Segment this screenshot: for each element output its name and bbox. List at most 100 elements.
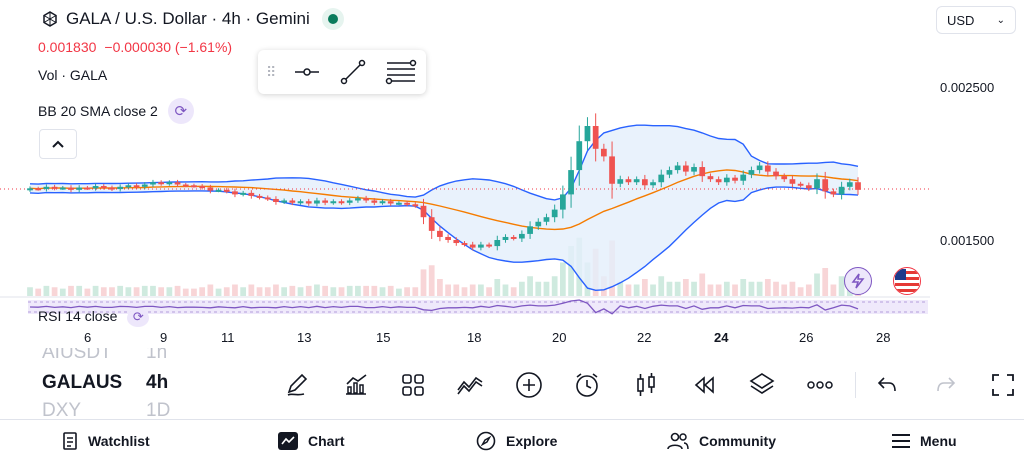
candle-body xyxy=(699,167,706,177)
volume-bar xyxy=(412,287,419,296)
volume-bar xyxy=(674,281,681,296)
undo-icon[interactable] xyxy=(872,370,902,400)
candle-body xyxy=(355,198,361,201)
volume-bar xyxy=(822,268,829,296)
symbol-row[interactable]: AIUSDT 1h xyxy=(42,348,182,364)
more-icon[interactable] xyxy=(805,370,835,400)
watchlist-icon xyxy=(63,432,77,450)
alert-icon[interactable] xyxy=(572,370,602,400)
volume-bar xyxy=(256,287,263,296)
nav-watchlist[interactable]: Watchlist xyxy=(62,420,150,462)
candle-body xyxy=(338,201,345,204)
volume-bar xyxy=(191,288,197,296)
currency-value: USD xyxy=(947,12,975,28)
candle-body xyxy=(641,179,648,186)
volume-bar xyxy=(428,265,435,296)
volume-bar xyxy=(641,279,648,296)
add-icon[interactable] xyxy=(514,370,544,400)
time-label: 26 xyxy=(799,330,814,345)
volume-bar xyxy=(150,285,156,296)
pencil-icon[interactable] xyxy=(282,370,312,400)
symbol-legend[interactable]: GALA / U.S. Dollar · 4h · Gemini xyxy=(40,8,344,30)
collapse-legend-button[interactable] xyxy=(39,129,77,159)
nav-explore[interactable]: Explore xyxy=(476,420,557,462)
candle-body xyxy=(297,201,304,204)
volume-bar xyxy=(814,273,820,296)
candle-body xyxy=(560,194,566,210)
symbol-switcher[interactable]: AIUSDT 1h GALAUSD 4h DXY 1D xyxy=(42,348,182,418)
candle-body xyxy=(461,243,468,246)
chart-area[interactable]: GALA / U.S. Dollar · 4h · Gemini 0.00183… xyxy=(0,0,1024,345)
candle-body xyxy=(650,182,656,186)
volume-bar xyxy=(330,287,337,296)
candle-body xyxy=(371,200,378,203)
rsi-legend[interactable]: RSI 14 close ⟳ xyxy=(38,308,150,327)
symbol-title[interactable]: GALA / U.S. Dollar · 4h · Gemini xyxy=(66,9,310,29)
volume-bar xyxy=(478,284,484,296)
time-label: 28 xyxy=(876,330,891,345)
nav-menu[interactable]: Menu xyxy=(892,420,957,462)
candle-body xyxy=(822,179,829,192)
candle-body xyxy=(51,186,58,189)
chevron-down-icon: ⌄ xyxy=(996,14,1005,26)
drag-handle-icon[interactable]: ⠿ xyxy=(266,64,276,81)
drawing-toolbar[interactable]: ⠿ xyxy=(258,50,426,94)
candle-body xyxy=(35,188,42,191)
price-tick-low: 0.001500 xyxy=(940,233,995,248)
volume-tag: 51.24 K xyxy=(939,278,984,294)
candle-body xyxy=(322,200,328,203)
volume-bar xyxy=(84,288,91,296)
symbol-row[interactable]: DXY 1D xyxy=(42,400,182,418)
candle-body xyxy=(510,236,517,239)
volume-bar xyxy=(305,285,312,296)
redo-icon[interactable] xyxy=(931,370,961,400)
candle-body xyxy=(773,171,779,177)
volume-bar xyxy=(43,285,50,296)
candles-icon[interactable] xyxy=(631,370,661,400)
volume-bar xyxy=(174,285,181,296)
lightning-icon[interactable] xyxy=(844,267,872,295)
volume-bar xyxy=(445,284,451,296)
fullscreen-icon[interactable] xyxy=(988,370,1018,400)
us-flag-icon[interactable] xyxy=(893,267,921,295)
rsi-refresh-icon[interactable]: ⟳ xyxy=(127,309,150,327)
volume-bar xyxy=(781,284,788,296)
nav-community[interactable]: Community xyxy=(667,420,776,462)
candle-body xyxy=(305,201,312,204)
volume-bar xyxy=(387,285,394,296)
bb-legend[interactable]: BB 20 SMA close 2 ⟳ xyxy=(38,98,194,124)
candle-body xyxy=(732,177,738,181)
chart-icon xyxy=(278,432,298,450)
symbol-row-active[interactable]: GALAUSD 4h xyxy=(42,372,182,394)
candle-body xyxy=(133,185,140,188)
fib-tool-icon[interactable] xyxy=(385,58,417,86)
price-change: −0.000030 (−1.61%) xyxy=(104,39,233,55)
layout-grid-icon[interactable] xyxy=(398,370,428,400)
candle-body xyxy=(592,126,599,149)
price-tick-high: 0.002500 xyxy=(940,80,995,95)
toolbar-divider xyxy=(855,372,856,398)
candle-body xyxy=(437,230,443,237)
compare-icon[interactable] xyxy=(455,370,485,400)
currency-select[interactable]: USD ⌄ xyxy=(936,6,1016,34)
volume-bar xyxy=(486,287,492,296)
volume-bar xyxy=(764,279,771,296)
candle-body xyxy=(76,187,83,190)
volume-bar xyxy=(707,284,714,296)
refresh-icon[interactable]: ⟳ xyxy=(167,98,194,124)
indicators-icon[interactable] xyxy=(341,370,371,400)
volume-bar xyxy=(510,287,517,296)
rsi-legend-text: RSI 14 close xyxy=(38,308,118,324)
volume-bar xyxy=(625,284,632,296)
time-label: 20 xyxy=(552,330,567,345)
candle-body xyxy=(478,244,484,248)
trend-line-tool-icon[interactable] xyxy=(339,58,367,86)
market-status-icon[interactable] xyxy=(321,8,344,30)
layers-icon[interactable] xyxy=(747,370,777,400)
horizontal-line-tool-icon[interactable] xyxy=(293,62,321,82)
nav-chart[interactable]: Chart xyxy=(278,420,345,462)
candle-body xyxy=(223,189,230,192)
replay-icon[interactable] xyxy=(689,370,719,400)
volume-bar xyxy=(297,287,304,296)
volume-legend[interactable]: Vol · GALA xyxy=(38,67,107,83)
